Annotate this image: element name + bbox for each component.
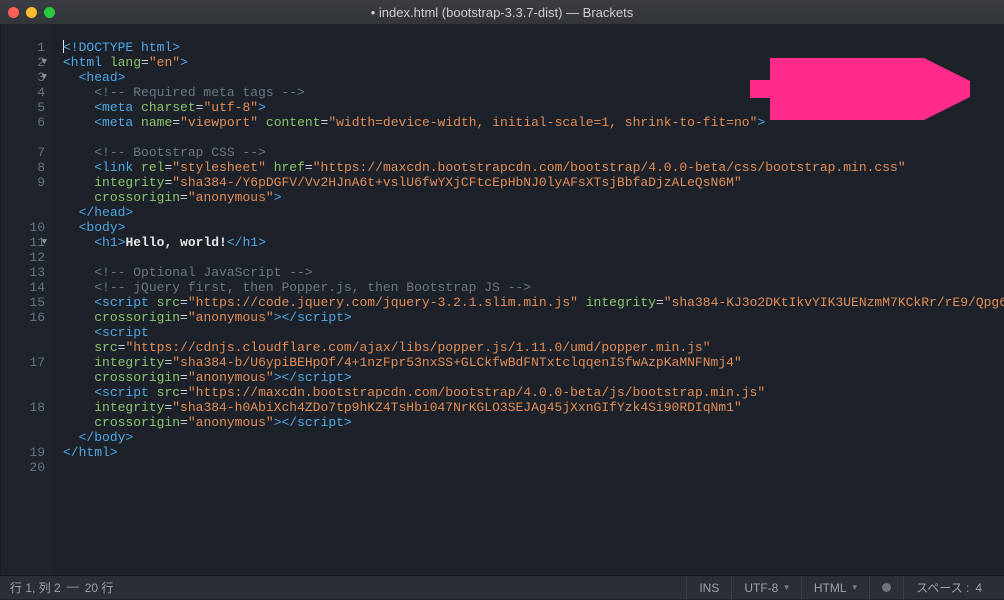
cursor-position[interactable]: 行 1, 列 2 [10, 579, 61, 596]
indentation-selector[interactable]: スペース : 4 [903, 576, 994, 600]
editor[interactable]: 1 2▼ 3▼ 4 5 6 7 8 9 10 11▼ 12 13 14 15 1… [1, 24, 1004, 575]
total-lines: 20 行 [85, 579, 114, 596]
main-area: 作業中ファイル index.html bootstrap-3.3.7-dist … [0, 24, 1004, 575]
code-area[interactable]: <!DOCTYPE html> <html lang="en"> <head> … [53, 24, 1004, 575]
lint-status[interactable] [869, 576, 903, 600]
statusbar: 行 1, 列 2 — 20 行 INS UTF-8▾ HTML▾ スペース : … [0, 575, 1004, 599]
status-dot-icon [882, 583, 891, 592]
insert-mode[interactable]: INS [686, 576, 731, 600]
language-selector[interactable]: HTML▾ [801, 576, 869, 600]
minimize-window-button[interactable] [26, 7, 37, 18]
window-title: • index.html (bootstrap-3.3.7-dist) — Br… [0, 5, 1004, 20]
titlebar: • index.html (bootstrap-3.3.7-dist) — Br… [0, 0, 1004, 24]
encoding-selector[interactable]: UTF-8▾ [731, 576, 801, 600]
gutter: 1 2▼ 3▼ 4 5 6 7 8 9 10 11▼ 12 13 14 15 1… [1, 24, 53, 575]
window-controls [8, 7, 55, 18]
zoom-window-button[interactable] [44, 7, 55, 18]
close-window-button[interactable] [8, 7, 19, 18]
